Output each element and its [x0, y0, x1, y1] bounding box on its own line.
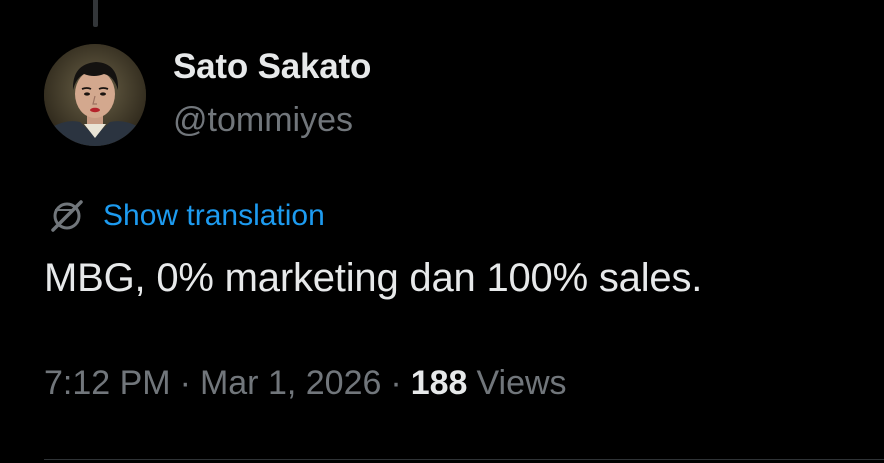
meta-separator: · [390, 364, 402, 402]
globe-slash-icon [51, 200, 83, 232]
tweet-time[interactable]: 7:12 PM [44, 364, 171, 403]
avatar-photo [44, 44, 146, 146]
views-count[interactable]: 188 [411, 364, 468, 403]
author-display-name[interactable]: Sato Sakato [173, 47, 371, 87]
thread-connector-line [93, 0, 98, 27]
show-translation-link[interactable]: Show translation [103, 199, 325, 233]
show-translation-row[interactable]: Show translation [45, 196, 325, 236]
views-label[interactable]: Views [476, 364, 566, 403]
avatar[interactable] [44, 44, 146, 146]
tweet-meta: 7:12 PM · Mar 1, 2026 · 188 Views [44, 364, 567, 403]
tweet-date[interactable]: Mar 1, 2026 [200, 364, 381, 403]
author-handle[interactable]: @tommiyes [173, 101, 353, 140]
meta-separator: · [179, 364, 191, 402]
tweet-text: MBG, 0% marketing dan 100% sales. [44, 256, 703, 300]
divider [44, 459, 884, 460]
